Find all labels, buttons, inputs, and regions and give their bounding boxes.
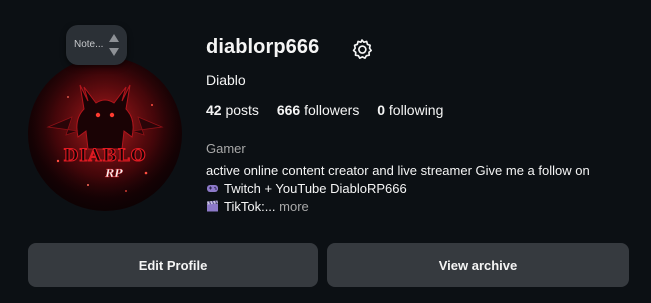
posts-stat: 42 posts (206, 102, 259, 118)
sort-arrows-icon (109, 34, 119, 56)
video-game-icon (207, 185, 218, 192)
bio-line: Twitch + YouTube DiabloRP666 (206, 181, 407, 196)
following-count: 0 (377, 102, 386, 118)
followers-label: followers (304, 102, 360, 118)
bio-line: TikTok:... more (206, 199, 309, 214)
profile-category: Gamer (206, 141, 246, 156)
bio-line-text: TikTok:... (224, 199, 276, 214)
followers-count: 666 (276, 102, 301, 118)
note-bubble[interactable]: Note... (66, 25, 127, 65)
gear-icon[interactable] (351, 38, 373, 60)
posts-count: 42 (206, 102, 222, 118)
clapper-icon (207, 200, 218, 212)
profile-stats: 42 posts 666 followers 0 following (206, 102, 457, 118)
avatar-artwork: DIABLO RP (28, 57, 182, 211)
more-link[interactable]: more (279, 199, 309, 214)
bio-line-text: Twitch + YouTube DiabloRP666 (224, 181, 407, 196)
following-label: following (388, 102, 444, 118)
following-stat[interactable]: 0 following (377, 102, 443, 118)
view-archive-button[interactable]: View archive (327, 243, 629, 287)
profile-avatar[interactable]: DIABLO RP (28, 57, 182, 211)
bio-line: active online content creator and live s… (206, 163, 590, 178)
posts-label: posts (225, 102, 259, 118)
svg-text:DIABLO: DIABLO (63, 146, 146, 166)
edit-profile-button[interactable]: Edit Profile (28, 243, 318, 287)
note-placeholder: Note... (74, 39, 104, 50)
profile-username: diablorp666 (206, 36, 320, 58)
followers-stat[interactable]: 666 followers (277, 102, 360, 118)
display-name: Diablo (206, 72, 246, 88)
svg-text:RP: RP (104, 167, 123, 180)
